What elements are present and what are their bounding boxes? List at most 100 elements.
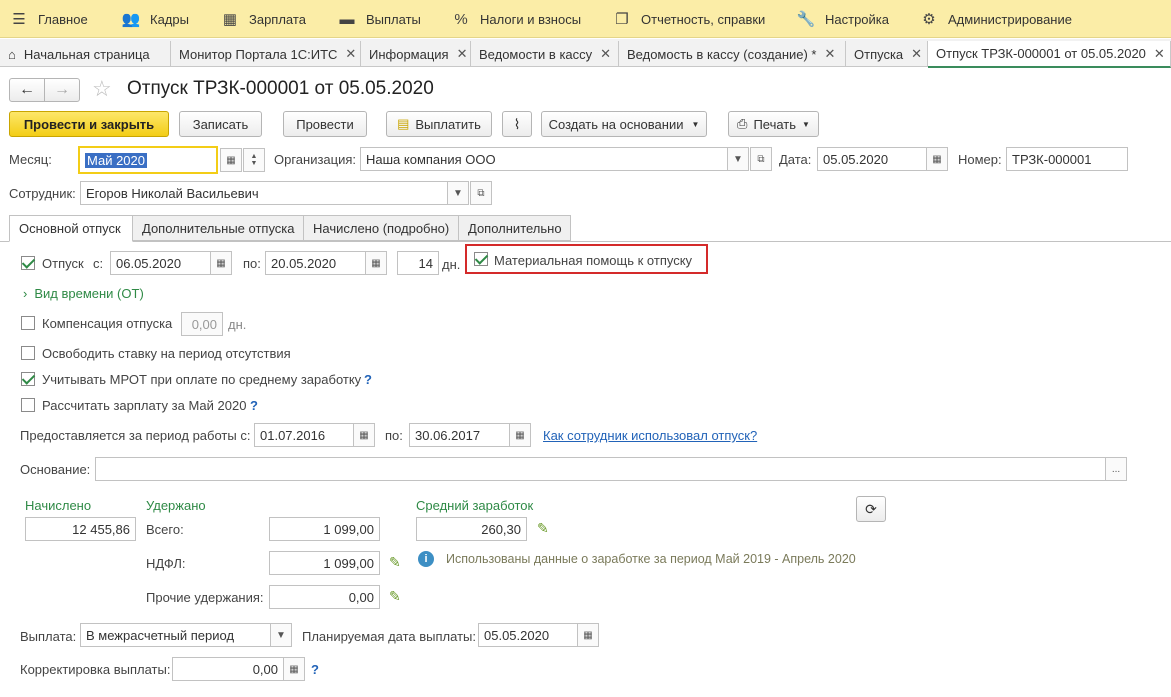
period-label: Предоставляется за период работы с: <box>20 428 251 443</box>
vacation-usage-link[interactable]: Как сотрудник использовал отпуск? <box>543 428 757 443</box>
pay-button[interactable]: ▤ Выплатить <box>386 111 492 137</box>
compensation-checkbox[interactable] <box>21 316 35 330</box>
number-label: Номер: <box>958 152 1002 167</box>
vacation-days-input[interactable]: 14 <box>397 251 439 275</box>
print-button[interactable]: ⎙ Печать ▼ <box>728 111 819 137</box>
org-input[interactable]: Наша компания ООО <box>360 147 728 171</box>
tab-main-vacation[interactable]: Основной отпуск <box>9 215 133 242</box>
other-withheld-value: 0,00 <box>269 585 380 609</box>
basis-input[interactable] <box>95 457 1106 481</box>
period-from-calendar-button[interactable]: ▦ <box>353 423 375 447</box>
mrot-checkbox[interactable] <box>21 372 35 386</box>
payment-select[interactable]: В межрасчетный период <box>80 623 271 647</box>
dropdown-arrow-icon: ▼ <box>276 629 286 641</box>
tab-vacations[interactable]: Отпуска ✕ <box>846 41 928 67</box>
correction-calc-button[interactable]: ▦ <box>283 657 305 681</box>
org-dropdown[interactable]: ▼ <box>727 147 749 171</box>
help-icon[interactable]: ? <box>311 662 319 677</box>
vacation-to-input[interactable]: 20.05.2020 <box>265 251 366 275</box>
period-from-input[interactable]: 01.07.2016 <box>254 423 354 447</box>
close-icon[interactable]: ✕ <box>911 46 922 62</box>
vacation-to-label: по: <box>243 256 261 271</box>
to-calendar-button[interactable]: ▦ <box>365 251 387 275</box>
from-calendar-button[interactable]: ▦ <box>210 251 232 275</box>
close-icon[interactable]: ✕ <box>825 46 836 62</box>
menu-taxes[interactable]: % Налоги и взносы <box>450 0 581 38</box>
attach-button[interactable]: ⌇ <box>502 111 532 137</box>
pencil-icon[interactable]: ✎ <box>537 520 549 537</box>
refresh-icon: ⟳ <box>865 500 877 517</box>
close-icon[interactable]: ✕ <box>1154 46 1165 62</box>
star-icon[interactable]: ☆ <box>92 76 112 102</box>
tab-info[interactable]: Информация ✕ <box>361 41 471 67</box>
planned-date-input[interactable]: 05.05.2020 <box>478 623 578 647</box>
menu-admin[interactable]: ⚙ Администрирование <box>918 0 1072 38</box>
time-type-expander[interactable]: › Вид времени (ОТ) <box>23 286 144 301</box>
org-open-button[interactable]: ⧉ <box>750 147 772 171</box>
correction-input[interactable]: 0,00 <box>172 657 284 681</box>
payment-dropdown[interactable]: ▼ <box>270 623 292 647</box>
tab-cash-statement-new[interactable]: Ведомость в кассу (создание) * ✕ <box>619 41 846 67</box>
calc-salary-checkbox[interactable] <box>21 398 35 412</box>
vacation-label: Отпуск <box>42 256 84 271</box>
number-input[interactable]: ТРЗК-000001 <box>1006 147 1128 171</box>
back-button[interactable]: ← <box>9 78 45 102</box>
date-calendar-button[interactable]: ▦ <box>926 147 948 171</box>
menu-salary[interactable]: ▦ Зарплата <box>219 0 306 38</box>
menu-settings[interactable]: 🔧 Настройка <box>795 0 889 38</box>
main-menu: ☰ Главное 👥 Кадры ▦ Зарплата ▬ Выплаты % Нало… <box>0 0 1171 38</box>
month-input[interactable]: Май 2020 <box>78 146 218 174</box>
month-spinner[interactable]: ▲ ▼ <box>243 148 265 172</box>
menu-reports[interactable]: ❐ Отчетность, справки <box>611 0 765 38</box>
refresh-button[interactable]: ⟳ <box>856 496 886 522</box>
close-icon[interactable]: ✕ <box>600 46 611 62</box>
employee-dropdown[interactable]: ▼ <box>447 181 469 205</box>
tab-additional-vacations[interactable]: Дополнительные отпуска <box>132 215 304 241</box>
tab-vacation-doc[interactable]: Отпуск ТРЗК-000001 от 05.05.2020 ✕ <box>928 41 1171 68</box>
vacation-from-input[interactable]: 06.05.2020 <box>110 251 211 275</box>
vacation-checkbox[interactable] <box>21 256 35 270</box>
tab-home[interactable]: ⌂ Начальная страница <box>0 41 171 67</box>
period-to-calendar-button[interactable]: ▦ <box>509 423 531 447</box>
tab-its-monitor[interactable]: Монитор Портала 1С:ИТС ✕ <box>171 41 361 67</box>
period-to-input[interactable]: 30.06.2017 <box>409 423 510 447</box>
menu-payments[interactable]: ▬ Выплаты <box>336 0 421 38</box>
accrued-label: Начислено <box>25 498 92 513</box>
tab-accrued-detail[interactable]: Начислено (подробно) <box>303 215 459 241</box>
forward-button[interactable]: → <box>44 78 80 102</box>
pencil-icon[interactable]: ✎ <box>389 554 401 571</box>
accrued-value: 12 455,86 <box>25 517 136 541</box>
material-aid-checkbox[interactable] <box>474 252 488 266</box>
post-close-button[interactable]: Провести и закрыть <box>9 111 169 137</box>
tab-cash-statements[interactable]: Ведомости в кассу ✕ <box>471 41 619 67</box>
help-icon[interactable]: ? <box>364 372 372 387</box>
help-icon[interactable]: ? <box>250 398 258 413</box>
free-rate-label: Освободить ставку на период отсутствия <box>42 346 291 361</box>
calendar-icon: ▦ <box>371 257 381 269</box>
employee-input[interactable]: Егоров Николай Васильевич <box>80 181 448 205</box>
percent-icon: % <box>454 10 468 28</box>
close-icon[interactable]: ✕ <box>345 46 356 62</box>
basis-select-button[interactable]: ... <box>1105 457 1127 481</box>
chevron-right-icon: › <box>23 286 28 301</box>
free-rate-checkbox[interactable] <box>21 346 35 360</box>
tab-additional[interactable]: Дополнительно <box>458 215 571 241</box>
compensation-days-input[interactable]: 0,00 <box>181 312 223 336</box>
pencil-icon[interactable]: ✎ <box>389 588 401 605</box>
employee-open-button[interactable]: ⧉ <box>470 181 492 205</box>
create-based-button[interactable]: Создать на основании ▼ <box>541 111 707 137</box>
printer-icon: ⎙ <box>737 116 748 131</box>
save-button[interactable]: Записать <box>179 111 262 137</box>
compensation-unit: дн. <box>228 317 247 332</box>
date-input[interactable]: 05.05.2020 <box>817 147 927 171</box>
dropdown-arrow-icon: ▼ <box>802 119 810 129</box>
days-unit: дн. <box>442 257 461 272</box>
paperclip-icon: ⌇ <box>513 115 521 132</box>
calculator-icon: ▦ <box>289 663 299 675</box>
close-icon[interactable]: ✕ <box>457 46 468 62</box>
menu-main[interactable]: ☰ Главное <box>8 0 87 38</box>
calendar-button[interactable]: ▦ <box>220 148 242 172</box>
menu-hr[interactable]: 👥 Кадры <box>120 0 189 38</box>
planned-date-calendar-button[interactable]: ▦ <box>577 623 599 647</box>
post-button[interactable]: Провести <box>283 111 367 137</box>
